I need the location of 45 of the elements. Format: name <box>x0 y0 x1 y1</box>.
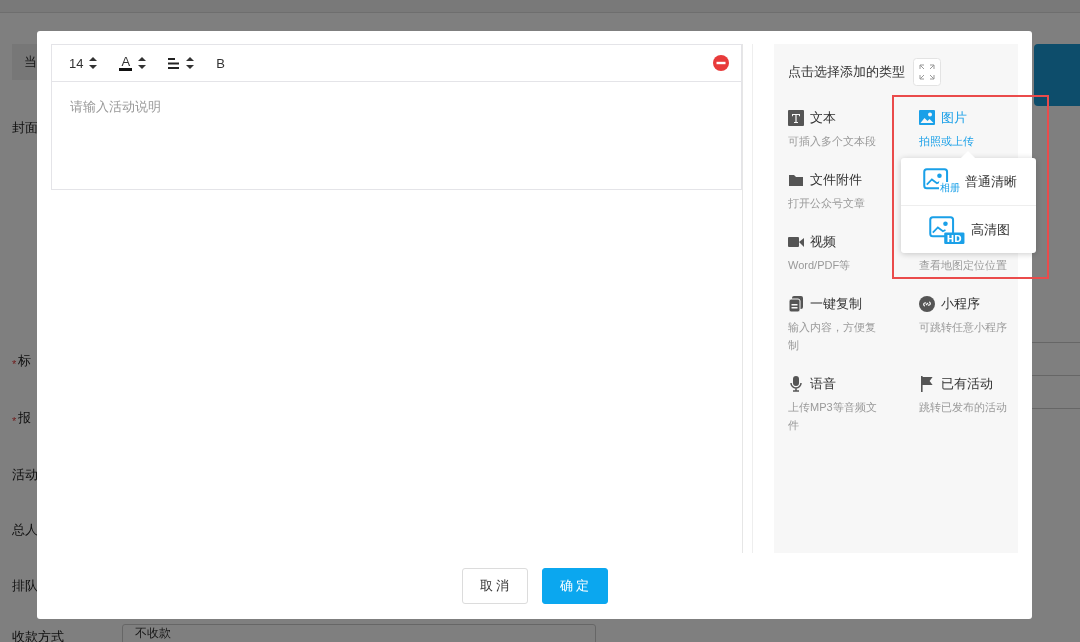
type-option[interactable]: 已有活动 跳转已发布的活动 <box>919 375 1029 434</box>
option-description: 跳转已发布的活动 <box>919 400 1008 415</box>
form-label: 总人 <box>12 521 38 539</box>
form-label: 收款方式 <box>12 628 64 642</box>
form-label: 标 <box>18 352 32 370</box>
microphone-icon <box>788 376 804 392</box>
option-description: 打开公众号文章 <box>788 196 866 211</box>
type-option[interactable]: 语音 上传MP3等音频文件 <box>788 375 919 434</box>
copy-icon <box>788 296 804 312</box>
option-description: 上传MP3等音频文件 <box>788 400 878 433</box>
payment-field[interactable]: 不收款 <box>122 624 596 642</box>
cancel-button[interactable]: 取 消 <box>461 568 528 604</box>
text-color-control[interactable]: A <box>119 55 147 71</box>
folder-icon <box>788 172 804 188</box>
link-circle-icon <box>919 296 935 312</box>
type-option[interactable]: 小程序 可跳转任意小程序 <box>919 295 1029 354</box>
type-option[interactable]: 文本 可插入多个文本段 <box>788 109 919 150</box>
sort-icon <box>89 57 98 69</box>
panel-title: 点击选择添加的类型 <box>788 63 905 81</box>
remove-icon[interactable] <box>713 55 729 71</box>
required-mark: * <box>12 358 17 370</box>
option-description: 输入内容，方便复制 <box>788 320 877 353</box>
sort-icon <box>138 57 147 69</box>
text-icon <box>788 110 804 126</box>
description-field[interactable]: 请输入活动说明 <box>51 82 742 190</box>
required-mark: * <box>12 415 17 427</box>
option-description: 可跳转任意小程序 <box>919 320 1008 335</box>
option-description: Word/PDF等 <box>788 258 852 273</box>
form-label: 报 <box>18 409 32 427</box>
align-left-icon <box>168 57 181 69</box>
album-badge: 相册 <box>939 182 961 193</box>
form-label: 封面 <box>12 119 38 137</box>
flag-icon <box>919 376 935 392</box>
bold-button[interactable]: B <box>216 55 225 71</box>
menu-item[interactable]: HD 高清图 <box>901 205 1036 253</box>
sort-icon <box>186 57 195 69</box>
form-label: 排队 <box>12 577 38 595</box>
option-description: 可插入多个文本段 <box>788 134 877 149</box>
option-description: 拍照或上传 <box>919 134 975 149</box>
align-control[interactable] <box>168 57 195 69</box>
form-label: 活动 <box>12 466 38 484</box>
font-size-control[interactable]: 14 <box>69 55 98 71</box>
image-icon <box>919 110 935 126</box>
type-option[interactable]: 一键复制 输入内容，方便复制 <box>788 295 919 354</box>
video-camera-icon <box>788 234 804 250</box>
